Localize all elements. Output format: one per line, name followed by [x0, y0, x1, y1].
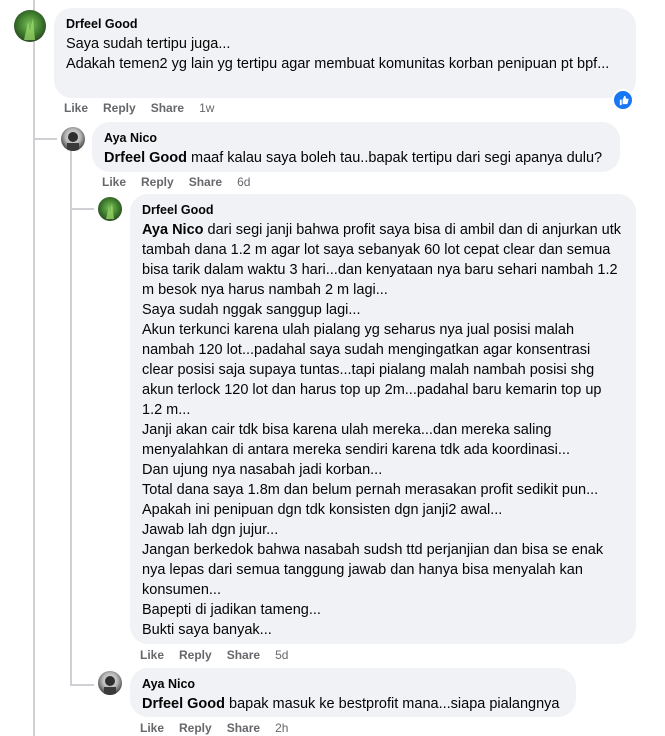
like-button[interactable]: Like [140, 648, 164, 662]
comment-bubble: Drfeel Good Saya sudah tertipu juga... A… [54, 8, 636, 98]
thread-line-root [33, 0, 35, 736]
mention-link[interactable]: Aya Nico [142, 222, 204, 238]
like-button[interactable]: Like [64, 101, 88, 115]
comment-actions: Like Reply Share 5d [140, 648, 288, 662]
comment-bubble: Drfeel Good Aya Nico dari segi janji bah… [130, 194, 636, 644]
thread-line-root-branch [33, 138, 57, 140]
comment-text: Aya Nico dari segi janji bahwa profit sa… [142, 222, 622, 638]
mention-link[interactable]: Drfeel Good [104, 150, 187, 166]
like-button[interactable]: Like [102, 175, 126, 189]
thread-line-level2 [70, 150, 72, 686]
comment-timestamp[interactable]: 1w [199, 101, 214, 115]
comment-timestamp[interactable]: 2h [275, 721, 288, 735]
share-button[interactable]: Share [227, 648, 260, 662]
comment-actions: Like Reply Share 1w [64, 101, 214, 115]
comment-actions: Like Reply Share 2h [140, 721, 288, 735]
comment-author[interactable]: Drfeel Good [66, 16, 624, 32]
comment-timestamp[interactable]: 6d [237, 175, 250, 189]
comment-author[interactable]: Drfeel Good [142, 202, 624, 218]
comment-text: Saya sudah tertipu juga... Adakah temen2… [66, 36, 610, 72]
share-button[interactable]: Share [151, 101, 184, 115]
thread-line-level2-branch-a [70, 208, 94, 210]
avatar[interactable] [14, 10, 46, 42]
comment-bubble: Aya Nico Drfeel Good maaf kalau saya bol… [92, 122, 620, 172]
thread-line-level2-branch-b [70, 684, 94, 686]
comment-timestamp[interactable]: 5d [275, 648, 288, 662]
reply-button[interactable]: Reply [179, 721, 212, 735]
share-button[interactable]: Share [227, 721, 260, 735]
reply-button[interactable]: Reply [103, 101, 136, 115]
like-button[interactable]: Like [140, 721, 164, 735]
avatar[interactable] [98, 671, 122, 695]
mention-link[interactable]: Drfeel Good [142, 696, 225, 712]
comment-author[interactable]: Aya Nico [142, 676, 564, 692]
comment-bubble: Aya Nico Drfeel Good bapak masuk ke best… [130, 668, 576, 717]
comment-text: Drfeel Good maaf kalau saya boleh tau..b… [104, 150, 603, 166]
share-button[interactable]: Share [189, 175, 222, 189]
comment-author[interactable]: Aya Nico [104, 130, 608, 146]
avatar[interactable] [98, 197, 122, 221]
like-reaction-icon[interactable] [612, 89, 634, 111]
avatar[interactable] [61, 127, 85, 151]
reply-button[interactable]: Reply [179, 648, 212, 662]
comment-actions: Like Reply Share 6d [102, 175, 250, 189]
comment-text: Drfeel Good bapak masuk ke bestprofit ma… [142, 696, 560, 712]
reply-button[interactable]: Reply [141, 175, 174, 189]
